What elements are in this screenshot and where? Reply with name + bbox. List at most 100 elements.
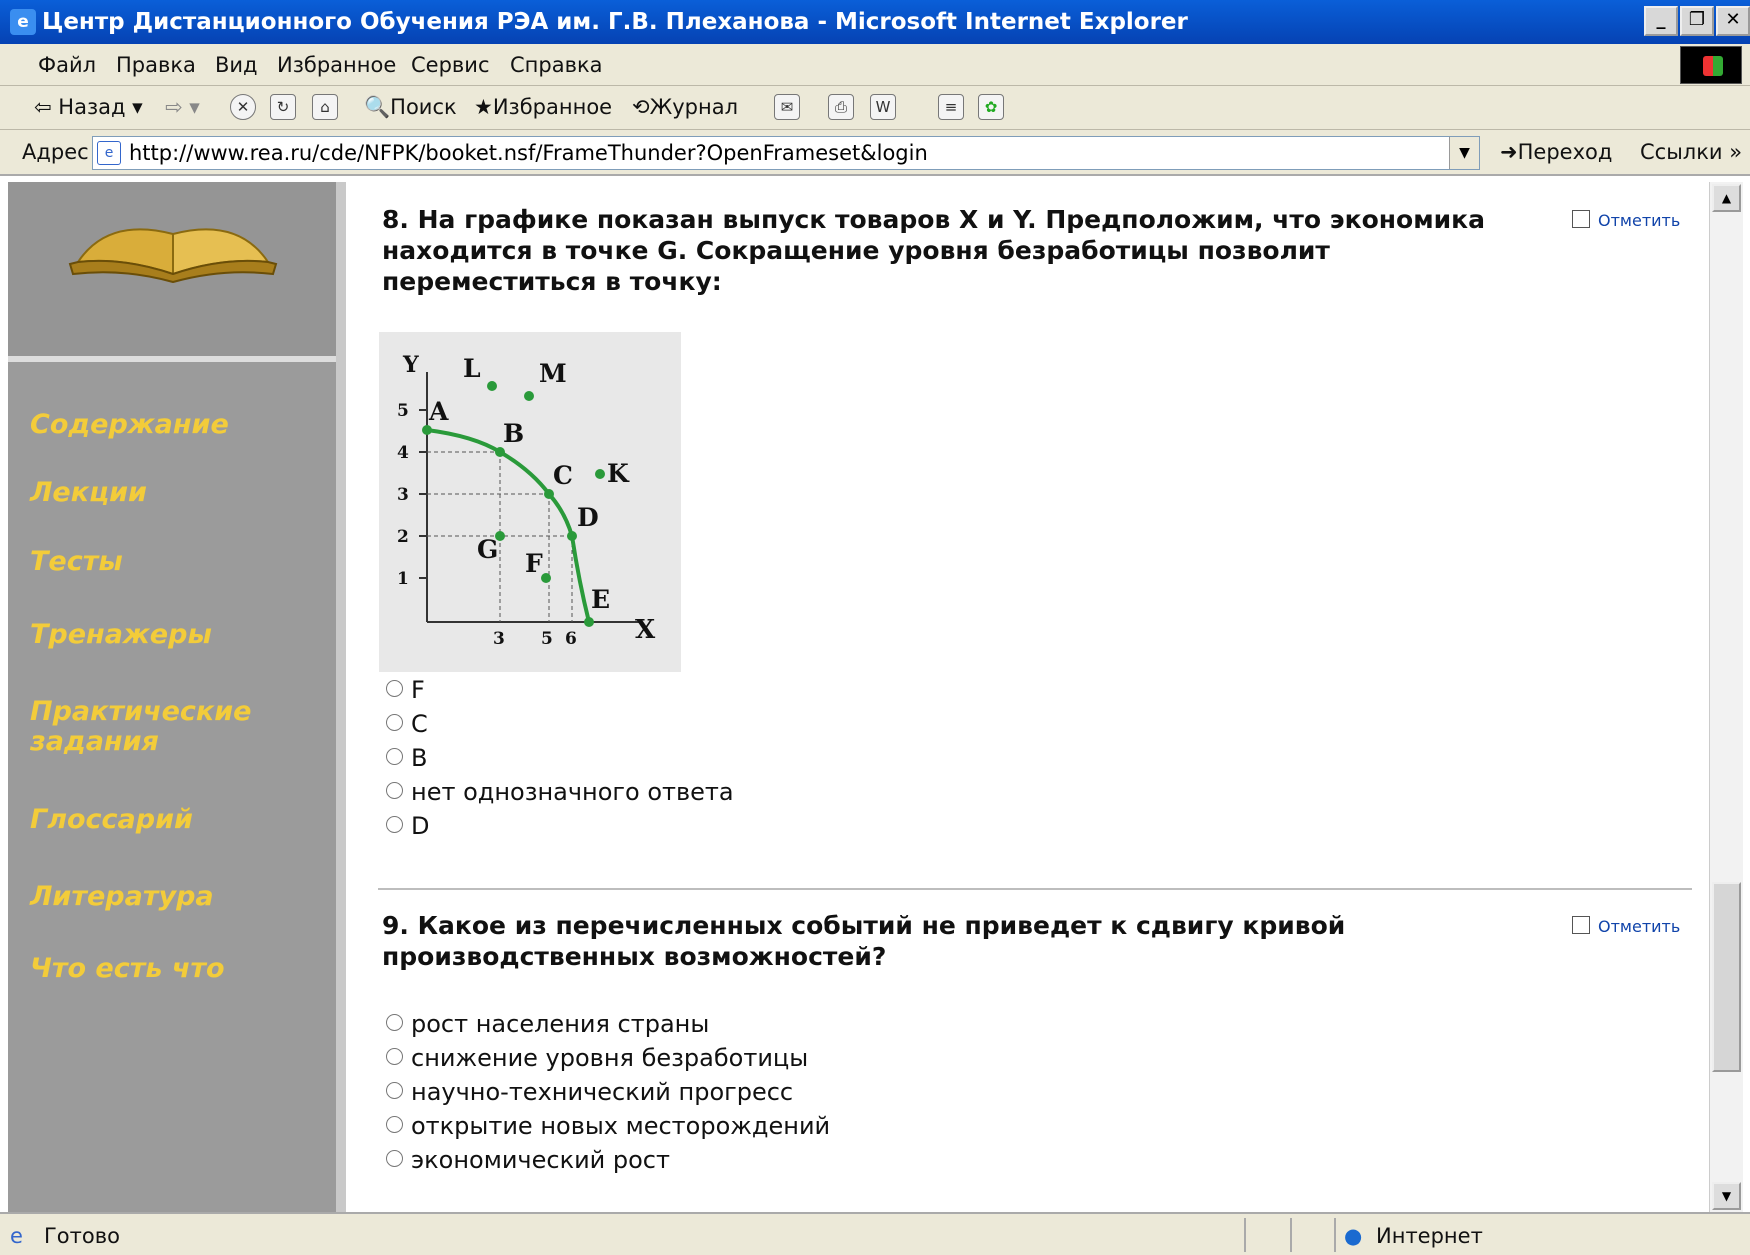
q8-option-4[interactable]: нет однозначного ответа — [386, 778, 734, 806]
frame-divider[interactable] — [336, 182, 346, 1212]
discuss-icon[interactable]: ≡ — [938, 94, 964, 120]
back-button[interactable]: ⇦ Назад ▾ — [34, 95, 143, 119]
menu-edit[interactable]: Правка — [116, 53, 196, 77]
vertical-scrollbar[interactable]: ▲ ▼ — [1709, 182, 1743, 1212]
x-tick: 5 — [541, 629, 553, 649]
option-label: F — [411, 676, 425, 704]
menu-favorites[interactable]: Избранное — [277, 53, 396, 77]
x-tick: 6 — [565, 629, 577, 649]
stop-icon[interactable]: ✕ — [230, 94, 256, 120]
ie-app-icon: e — [10, 9, 36, 35]
status-bar: e Готово ● Интернет — [0, 1212, 1750, 1255]
close-button[interactable]: ✕ — [1716, 6, 1750, 36]
status-text: Готово — [44, 1224, 120, 1248]
radio-button[interactable] — [386, 1082, 403, 1099]
sidebar-item-literature[interactable]: Литература — [30, 882, 214, 912]
radio-button[interactable] — [386, 714, 403, 731]
sidebar-item-lectures[interactable]: Лекции — [30, 478, 147, 508]
radio-button[interactable] — [386, 680, 403, 697]
forward-button[interactable]: ⇨ ▾ — [165, 95, 200, 119]
question-9-text: 9. Какое из перечисленных событий не при… — [382, 911, 1346, 971]
svg-text:L: L — [463, 354, 481, 383]
q9-option-4[interactable]: открытие новых месторождений — [386, 1112, 830, 1140]
status-divider — [1290, 1218, 1292, 1252]
radio-button[interactable] — [386, 1116, 403, 1133]
ppf-chart-svg: L M A BC K D G F E Y X 5 4 3 2 1 3 5 6 — [397, 352, 656, 649]
mark-label: Отметить — [1598, 211, 1681, 230]
mail-icon[interactable]: ✉ — [774, 94, 800, 120]
radio-button[interactable] — [386, 748, 403, 765]
svg-text:C: C — [553, 461, 573, 490]
window-title: Центр Дистанционного Обучения РЭА им. Г.… — [42, 9, 1188, 35]
q9-option-5[interactable]: экономический рост — [386, 1146, 670, 1174]
page-icon: e — [97, 141, 121, 165]
radio-button[interactable] — [386, 1150, 403, 1167]
menu-bar: Файл Правка Вид Избранное Сервис Справка — [0, 44, 1750, 86]
history-button[interactable]: ⟲Журнал — [632, 95, 738, 119]
y-tick: 1 — [397, 569, 409, 589]
sidebar-item-trainers[interactable]: Тренажеры — [30, 620, 212, 650]
option-label: открытие новых месторождений — [411, 1112, 831, 1140]
sidebar-item-practical[interactable]: Практические задания — [30, 697, 270, 757]
address-label: Адрес — [22, 140, 89, 164]
radio-button[interactable] — [386, 816, 403, 833]
ppf-graph: L M A BC K D GF E Y X 5 4 3 2 1 3 5 6 — [379, 332, 681, 672]
maximize-button[interactable]: ❐ — [1680, 6, 1714, 36]
option-label: экономический рост — [411, 1146, 670, 1174]
go-button[interactable]: ➜Переход — [1500, 140, 1612, 164]
radio-button[interactable] — [386, 1014, 403, 1031]
sidebar-item-tests[interactable]: Тесты — [30, 547, 123, 577]
radio-button[interactable] — [386, 1048, 403, 1065]
sidebar-item-what-is-what[interactable]: Что есть что — [30, 954, 225, 984]
address-bar: Адрес e http://www.rea.ru/cde/NFPK/booke… — [0, 130, 1750, 176]
q9-option-2[interactable]: снижение уровня безработицы — [386, 1044, 808, 1072]
menu-view[interactable]: Вид — [215, 53, 258, 77]
option-label: снижение уровня безработицы — [411, 1044, 809, 1072]
sidebar-item-glossary[interactable]: Глоссарий — [30, 805, 193, 835]
mark-checkbox[interactable] — [1572, 210, 1590, 228]
radio-button[interactable] — [386, 782, 403, 799]
scroll-up-icon[interactable]: ▲ — [1712, 184, 1741, 212]
address-input[interactable]: e http://www.rea.ru/cde/NFPK/booket.nsf/… — [92, 136, 1480, 170]
address-url: http://www.rea.ru/cde/NFPK/booket.nsf/Fr… — [129, 141, 928, 165]
q8-option-5[interactable]: D — [386, 812, 429, 840]
links-label: Ссылки — [1640, 140, 1723, 164]
status-divider — [1244, 1218, 1246, 1252]
menu-help[interactable]: Справка — [510, 53, 603, 77]
svg-text:D: D — [577, 503, 599, 532]
question-8-mark[interactable]: Отметить — [1572, 210, 1680, 230]
option-label: B — [411, 744, 428, 772]
q8-option-3[interactable]: B — [386, 744, 427, 772]
refresh-icon[interactable]: ↻ — [270, 94, 296, 120]
history-label: Журнал — [649, 95, 739, 119]
address-dropdown-icon[interactable]: ▼ — [1449, 137, 1479, 169]
y-axis-label: Y — [402, 352, 419, 378]
edit-word-icon[interactable]: W — [870, 94, 896, 120]
scroll-down-icon[interactable]: ▼ — [1712, 1182, 1741, 1210]
minimize-button[interactable]: _ — [1644, 6, 1678, 36]
status-divider — [1334, 1218, 1336, 1252]
favorites-button[interactable]: ★Избранное — [474, 95, 612, 119]
sidebar-item-contents[interactable]: Содержание — [30, 410, 229, 440]
scroll-thumb[interactable] — [1712, 882, 1741, 1072]
q8-option-2[interactable]: C — [386, 710, 428, 738]
windows-logo-icon — [1680, 46, 1742, 84]
option-label: нет однозначного ответа — [411, 778, 734, 806]
book-logo — [8, 182, 336, 362]
page-status-icon: e — [10, 1224, 23, 1248]
home-icon[interactable]: ⌂ — [312, 94, 338, 120]
q9-option-1[interactable]: рост населения страны — [386, 1010, 709, 1038]
q8-option-1[interactable]: F — [386, 676, 425, 704]
menu-file[interactable]: Файл — [38, 53, 96, 77]
search-button[interactable]: 🔍Поиск — [364, 95, 457, 120]
messenger-icon[interactable]: ✿ — [978, 94, 1004, 120]
q9-option-3[interactable]: научно-технический прогресс — [386, 1078, 793, 1106]
print-icon[interactable]: ⎙ — [828, 94, 854, 120]
links-button[interactable]: Ссылки » — [1640, 140, 1742, 164]
menu-tools[interactable]: Сервис — [411, 53, 489, 77]
mark-checkbox[interactable] — [1572, 916, 1590, 934]
option-label: C — [411, 710, 428, 738]
question-9-mark[interactable]: Отметить — [1572, 916, 1680, 936]
y-tick: 5 — [397, 401, 409, 421]
test-content: 8. На графике показан выпуск товаров X и… — [346, 182, 1709, 1212]
